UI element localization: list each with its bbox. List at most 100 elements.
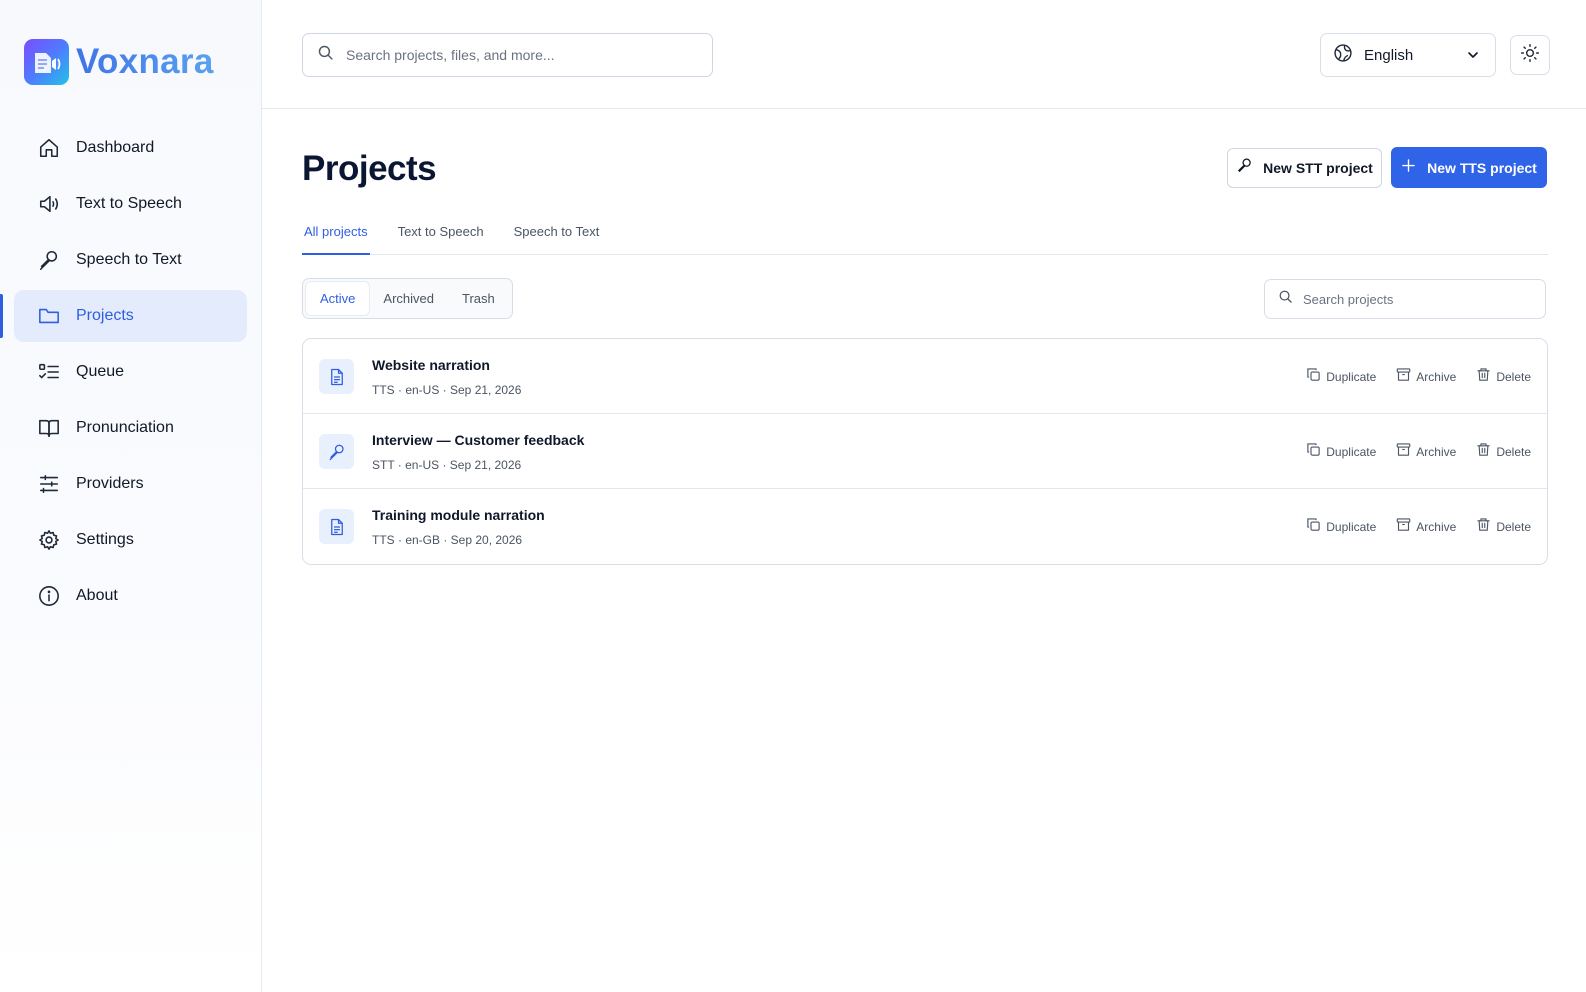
copy-icon bbox=[1306, 367, 1321, 387]
sidebar: Voxnara Dashboard Text to Speech Speech … bbox=[0, 0, 262, 992]
delete-button[interactable]: Delete bbox=[1476, 442, 1531, 462]
sliders-icon bbox=[37, 472, 61, 496]
language-label: English bbox=[1364, 46, 1414, 64]
duplicate-label: Duplicate bbox=[1326, 520, 1377, 534]
sidebar-item-label: Speech to Text bbox=[76, 251, 182, 268]
sidebar-item-label: Settings bbox=[76, 531, 134, 548]
sidebar-item-label: About bbox=[76, 587, 118, 604]
home-icon bbox=[37, 136, 61, 160]
status-filter: Active Archived Trash bbox=[302, 278, 513, 319]
globe-icon bbox=[1333, 43, 1353, 68]
project-actions: Duplicate Archive Delete bbox=[1286, 517, 1547, 537]
project-meta: TTS · en-GB · Sep 20, 2026 bbox=[372, 533, 523, 547]
global-search[interactable] bbox=[302, 33, 713, 77]
document-icon bbox=[319, 359, 354, 394]
search-icon bbox=[317, 44, 334, 66]
duplicate-label: Duplicate bbox=[1326, 370, 1377, 384]
project-actions: Duplicate Archive Delete bbox=[1286, 442, 1547, 462]
queue-icon bbox=[37, 360, 61, 384]
folder-icon bbox=[37, 304, 61, 328]
archive-label: Archive bbox=[1416, 370, 1457, 384]
duplicate-button[interactable]: Duplicate bbox=[1306, 517, 1376, 537]
sidebar-item-queue[interactable]: Queue bbox=[14, 346, 247, 398]
archive-icon bbox=[1396, 442, 1411, 462]
sidebar-item-pronunciation[interactable]: Pronunciation bbox=[14, 402, 247, 454]
app-window: Voxnara Dashboard Text to Speech Speech … bbox=[0, 0, 1586, 992]
tab-text-to-speech[interactable]: Text to Speech bbox=[396, 219, 486, 255]
sidebar-item-label: Projects bbox=[76, 307, 134, 324]
new-stt-project-button[interactable]: New STT project bbox=[1227, 148, 1382, 188]
logo[interactable]: Voxnara bbox=[24, 39, 214, 85]
sidebar-item-label: Queue bbox=[76, 363, 125, 380]
new-tts-project-label: New TTS project bbox=[1427, 159, 1537, 176]
delete-label: Delete bbox=[1496, 445, 1531, 459]
language-select[interactable]: English bbox=[1320, 33, 1496, 77]
duplicate-label: Duplicate bbox=[1326, 445, 1377, 459]
microphone-icon bbox=[319, 434, 354, 469]
sidebar-item-speech-to-text[interactable]: Speech to Text bbox=[14, 234, 247, 286]
sidebar-nav: Dashboard Text to Speech Speech to Text … bbox=[0, 122, 247, 626]
project-row[interactable]: Interview — Customer feedback STT · en-U… bbox=[303, 414, 1547, 489]
project-row[interactable]: Training module narration TTS · en-GB · … bbox=[303, 489, 1547, 564]
trash-icon bbox=[1476, 367, 1491, 387]
app-name: Voxnara bbox=[76, 42, 214, 81]
tab-all-projects[interactable]: All projects bbox=[302, 219, 370, 255]
global-search-input[interactable] bbox=[346, 47, 686, 63]
trash-icon bbox=[1476, 517, 1491, 537]
archive-button[interactable]: Archive bbox=[1396, 517, 1456, 537]
new-stt-project-label: New STT project bbox=[1263, 160, 1373, 176]
duplicate-button[interactable]: Duplicate bbox=[1306, 442, 1376, 462]
project-type-tabs: All projects Text to Speech Speech to Te… bbox=[302, 219, 1548, 255]
delete-label: Delete bbox=[1496, 370, 1531, 384]
archive-icon bbox=[1396, 367, 1411, 387]
page-title: Projects bbox=[302, 149, 437, 188]
sidebar-item-about[interactable]: About bbox=[14, 570, 247, 622]
project-search[interactable] bbox=[1264, 279, 1546, 319]
project-row[interactable]: Website narration TTS · en-US · Sep 21, … bbox=[303, 339, 1547, 414]
topbar: English bbox=[262, 0, 1586, 109]
tab-speech-to-text[interactable]: Speech to Text bbox=[512, 219, 602, 255]
sidebar-item-label: Text to Speech bbox=[76, 195, 182, 212]
archive-button[interactable]: Archive bbox=[1396, 367, 1456, 387]
project-title[interactable]: Training module narration bbox=[372, 507, 545, 523]
sidebar-item-dashboard[interactable]: Dashboard bbox=[14, 122, 247, 174]
speaker-icon bbox=[37, 192, 61, 216]
archive-button[interactable]: Archive bbox=[1396, 442, 1456, 462]
filter-archived[interactable]: Archived bbox=[369, 282, 448, 315]
project-meta: STT · en-US · Sep 21, 2026 bbox=[372, 458, 522, 472]
logo-icon bbox=[24, 39, 69, 85]
project-meta: TTS · en-US · Sep 21, 2026 bbox=[372, 383, 522, 397]
project-actions: Duplicate Archive Delete bbox=[1286, 367, 1547, 387]
sidebar-item-providers[interactable]: Providers bbox=[14, 458, 247, 510]
copy-icon bbox=[1306, 517, 1321, 537]
filter-trash[interactable]: Trash bbox=[448, 282, 509, 315]
archive-label: Archive bbox=[1416, 445, 1457, 459]
duplicate-button[interactable]: Duplicate bbox=[1306, 367, 1376, 387]
document-icon bbox=[319, 509, 354, 544]
project-title[interactable]: Interview — Customer feedback bbox=[372, 432, 584, 448]
copy-icon bbox=[1306, 442, 1321, 462]
delete-button[interactable]: Delete bbox=[1476, 367, 1531, 387]
sun-icon bbox=[1520, 43, 1540, 68]
search-icon bbox=[1278, 289, 1293, 309]
plus-icon bbox=[1401, 158, 1416, 178]
sidebar-item-label: Providers bbox=[76, 475, 144, 492]
delete-button[interactable]: Delete bbox=[1476, 517, 1531, 537]
sidebar-item-projects[interactable]: Projects bbox=[0, 290, 247, 342]
sidebar-item-settings[interactable]: Settings bbox=[14, 514, 247, 566]
sidebar-item-text-to-speech[interactable]: Text to Speech bbox=[14, 178, 247, 230]
trash-icon bbox=[1476, 442, 1491, 462]
microphone-icon bbox=[1236, 157, 1253, 179]
project-list: Website narration TTS · en-US · Sep 21, … bbox=[302, 338, 1548, 565]
theme-toggle-button[interactable] bbox=[1510, 35, 1550, 75]
new-tts-project-button[interactable]: New TTS project bbox=[1391, 147, 1547, 188]
microphone-icon bbox=[37, 248, 61, 272]
gear-icon bbox=[37, 528, 61, 552]
project-search-input[interactable] bbox=[1303, 291, 1533, 307]
filter-active[interactable]: Active bbox=[306, 282, 370, 315]
info-icon bbox=[37, 584, 61, 608]
project-title[interactable]: Website narration bbox=[372, 357, 490, 373]
archive-label: Archive bbox=[1416, 520, 1457, 534]
chevron-down-icon bbox=[1465, 47, 1481, 68]
archive-icon bbox=[1396, 517, 1411, 537]
